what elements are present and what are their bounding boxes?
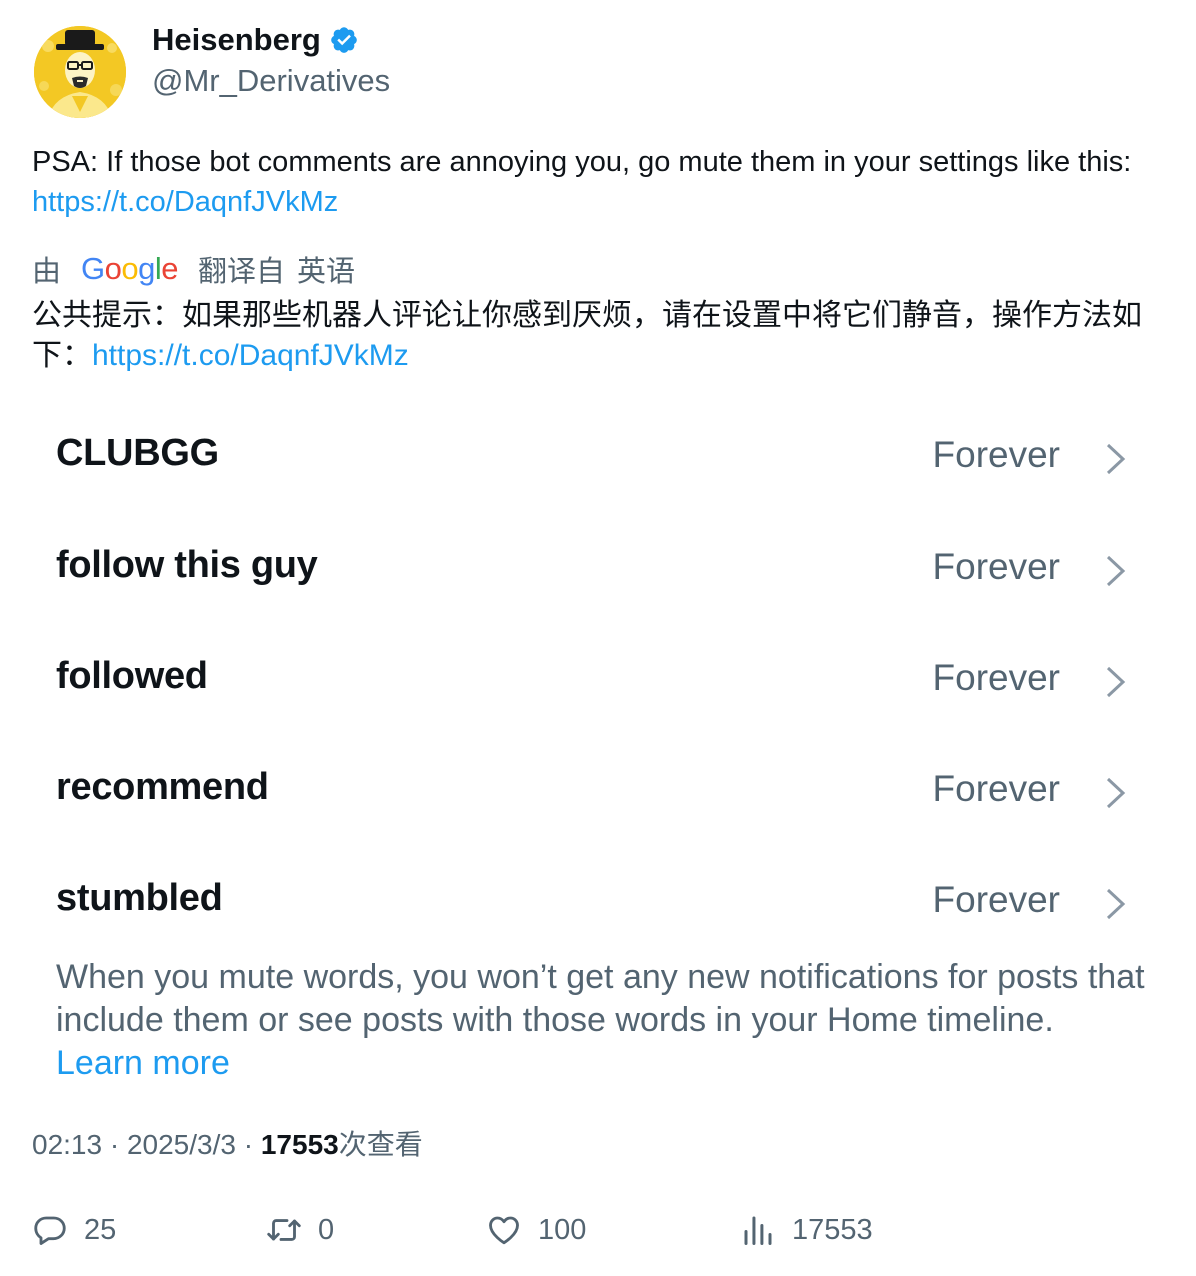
muted-word: CLUBGG (56, 432, 219, 474)
repost-icon (267, 1219, 301, 1241)
chevron-right-icon (1104, 442, 1128, 476)
tweet-text: PSA: If those bot comments are annoying … (32, 142, 1162, 222)
author-handle[interactable]: @Mr_Derivatives (152, 63, 390, 99)
translated-link[interactable]: https://t.co/DaqnfJVkMz (92, 339, 409, 372)
chevron-right-icon (1104, 665, 1128, 699)
analytics-icon (744, 1216, 772, 1245)
action-bar: 25 0 100 17553 (0, 1205, 1196, 1255)
tweet-meta: 02:13 · 2025/3/3 · 17553次查看 (32, 1123, 423, 1163)
learn-more-link: Learn more (56, 1044, 230, 1082)
translated-text: 公共提示：如果那些机器人评论让你感到厌烦，请在设置中将它们静音，操作方法如下：h… (32, 296, 1162, 376)
translation-attribution: 由 Google 翻译自 英语 (32, 248, 355, 290)
tweet-text-body: PSA: If those bot comments are annoying … (32, 146, 1132, 178)
repost-button[interactable]: 0 (266, 1205, 334, 1255)
chevron-right-icon (1104, 776, 1128, 810)
muted-word: followed (56, 655, 208, 697)
heart-icon (489, 1216, 519, 1245)
views-count: 17553 (260, 1129, 339, 1160)
reply-icon (34, 1216, 66, 1245)
translated-by-label: 由 (32, 254, 62, 288)
muted-word-row: CLUBGG Forever (32, 400, 1164, 512)
tweet-date[interactable]: 2025/3/3 (127, 1129, 236, 1160)
repost-count: 0 (318, 1213, 335, 1246)
like-count: 100 (538, 1213, 587, 1246)
tweet-page: Heisenberg @Mr_Derivatives PSA: If those… (0, 0, 1196, 1276)
verified-badge-icon[interactable] (329, 25, 359, 55)
avatar[interactable] (34, 26, 126, 118)
tweet-time[interactable]: 02:13 (32, 1129, 102, 1160)
muted-word-row: followed Forever (32, 623, 1164, 735)
source-language: 英语 (297, 254, 356, 288)
muted-word: stumbled (56, 877, 223, 919)
reply-button[interactable]: 25 (32, 1205, 116, 1255)
mute-duration: Forever (932, 434, 1060, 475)
muted-word-row: follow this guy Forever (32, 512, 1164, 624)
mute-duration: Forever (932, 546, 1060, 587)
mute-duration: Forever (932, 768, 1060, 809)
meta-separator: · (102, 1129, 127, 1160)
author-name-row: Heisenberg (152, 22, 359, 58)
chevron-right-icon (1104, 554, 1128, 588)
mute-note-text: When you mute words, you won’t get any n… (56, 958, 1145, 1039)
heisenberg-avatar-icon (34, 26, 126, 118)
reply-count: 25 (84, 1213, 117, 1246)
translated-from-label: 翻译自 (198, 254, 286, 288)
google-logo-icon[interactable]: Google (81, 251, 179, 287)
mute-words-note: When you mute words, you won’t get any n… (56, 956, 1146, 1085)
muted-word: recommend (56, 766, 269, 808)
views-button[interactable]: 17553 (740, 1205, 873, 1255)
views-label: 次查看 (338, 1128, 423, 1161)
tweet-link[interactable]: https://t.co/DaqnfJVkMz (32, 186, 338, 218)
meta-separator: · (235, 1129, 261, 1160)
muted-word-row: recommend Forever (32, 734, 1164, 846)
views-action-count: 17553 (792, 1213, 873, 1246)
mute-duration: Forever (932, 879, 1060, 920)
chevron-right-icon (1104, 887, 1128, 921)
attached-image[interactable]: CLUBGG Forever follow this guy Forever f… (32, 400, 1164, 1096)
muted-word-row: stumbled Forever (32, 845, 1164, 957)
mute-duration: Forever (932, 657, 1060, 698)
author-display-name[interactable]: Heisenberg (152, 22, 321, 58)
like-button[interactable]: 100 (486, 1205, 586, 1255)
muted-word: follow this guy (56, 544, 318, 586)
